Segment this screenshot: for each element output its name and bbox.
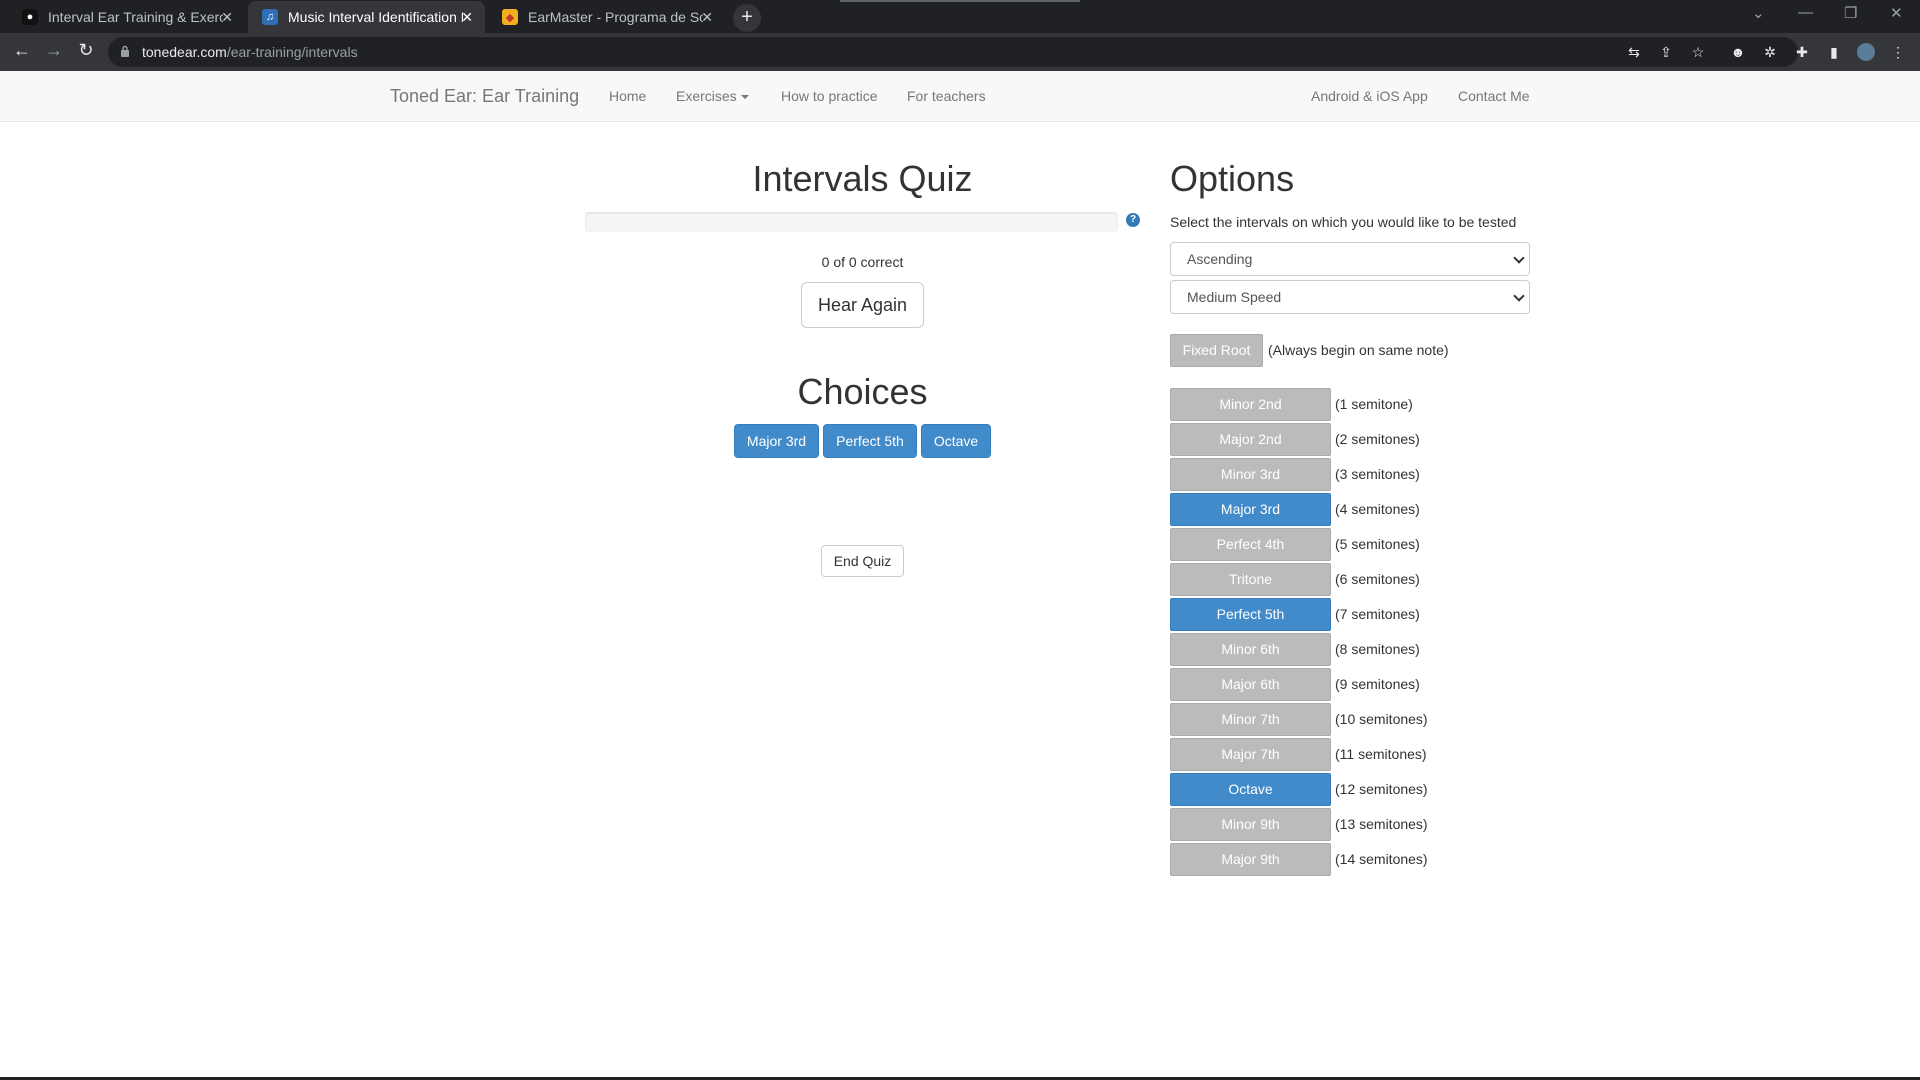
url-host: tonedear.com bbox=[142, 44, 227, 60]
choice-perfect-5th-button[interactable]: Perfect 5th bbox=[823, 424, 917, 458]
nav-how-to-practice[interactable]: How to practice bbox=[781, 88, 877, 104]
new-tab-button[interactable]: + bbox=[733, 4, 761, 32]
speed-select-value: Medium Speed bbox=[1187, 289, 1282, 305]
translate-icon[interactable]: ⇆ bbox=[1625, 43, 1643, 61]
interval-semitone-note: (2 semitones) bbox=[1335, 431, 1420, 447]
browser-toolbar: ← → ↻ tonedear.com/ear-training/interval… bbox=[0, 33, 1920, 71]
nav-for-teachers[interactable]: For teachers bbox=[907, 88, 986, 104]
browser-tab-2[interactable]: ♫ Music Interval Identification Ear T ✕ bbox=[248, 1, 485, 33]
interval-semitone-note: (14 semitones) bbox=[1335, 851, 1428, 867]
tab-strip-indicator bbox=[840, 0, 1080, 2]
score-text: 0 of 0 correct bbox=[821, 254, 904, 270]
interval-toggle-major-6th[interactable]: Major 6th bbox=[1170, 668, 1331, 701]
fixed-root-note: (Always begin on same note) bbox=[1268, 342, 1449, 358]
interval-semitone-note: (7 semitones) bbox=[1335, 606, 1420, 622]
nav-home[interactable]: Home bbox=[609, 88, 646, 104]
hear-again-button[interactable]: Hear Again bbox=[801, 282, 924, 328]
fixed-root-toggle[interactable]: Fixed Root bbox=[1170, 334, 1263, 367]
extension-face-icon[interactable]: ☻ bbox=[1729, 43, 1747, 61]
close-tab-icon[interactable]: ✕ bbox=[461, 9, 473, 26]
close-tab-icon[interactable]: ✕ bbox=[221, 9, 233, 26]
browser-tab-3[interactable]: ◆ EarMaster - Programa de Solfeo ✕ bbox=[488, 1, 725, 33]
tab-search-icon[interactable]: ⌄ bbox=[1752, 4, 1765, 22]
lock-icon bbox=[121, 45, 129, 57]
tab-title: EarMaster - Programa de Solfeo bbox=[528, 9, 703, 25]
address-bar[interactable]: tonedear.com/ear-training/intervals bbox=[108, 37, 1798, 67]
close-window-icon[interactable]: ✕ bbox=[1890, 4, 1903, 22]
tab-title: Music Interval Identification Ear T bbox=[288, 9, 463, 25]
site-brand[interactable]: Toned Ear: Ear Training bbox=[390, 86, 579, 107]
tab-title: Interval Ear Training & Exercises bbox=[48, 9, 223, 25]
interval-toggle-tritone[interactable]: Tritone bbox=[1170, 563, 1331, 596]
speed-select[interactable]: Medium Speed bbox=[1170, 280, 1530, 314]
interval-semitone-note: (11 semitones) bbox=[1335, 746, 1427, 762]
url-path: /ear-training/intervals bbox=[226, 44, 358, 60]
browser-tab-strip: ● Interval Ear Training & Exercises ✕ ♫ … bbox=[0, 0, 1920, 33]
nav-mobile-app[interactable]: Android & iOS App bbox=[1311, 88, 1428, 104]
music-note-favicon-icon: ♫ bbox=[262, 9, 278, 25]
interval-toggle-major-2nd[interactable]: Major 2nd bbox=[1170, 423, 1331, 456]
interval-toggle-major-7th[interactable]: Major 7th bbox=[1170, 738, 1331, 771]
interval-toggle-perfect-5th[interactable]: Perfect 5th bbox=[1170, 598, 1331, 631]
interval-semitone-note: (13 semitones) bbox=[1335, 816, 1428, 832]
nav-contact[interactable]: Contact Me bbox=[1458, 88, 1530, 104]
direction-select-value: Ascending bbox=[1187, 251, 1253, 267]
nav-exercises[interactable]: Exercises bbox=[676, 88, 749, 104]
interval-toggle-major-3rd[interactable]: Major 3rd bbox=[1170, 493, 1331, 526]
forward-icon[interactable]: → bbox=[42, 40, 66, 61]
bookmark-star-icon[interactable]: ☆ bbox=[1689, 43, 1707, 61]
side-panel-icon[interactable]: ▮ bbox=[1825, 43, 1843, 61]
interval-semitone-note: (8 semitones) bbox=[1335, 641, 1420, 657]
quiz-progress-bar bbox=[585, 212, 1118, 232]
interval-semitone-note: (4 semitones) bbox=[1335, 501, 1420, 517]
interval-toggle-perfect-4th[interactable]: Perfect 4th bbox=[1170, 528, 1331, 561]
choice-octave-button[interactable]: Octave bbox=[921, 424, 991, 458]
chevron-down-icon bbox=[1513, 252, 1525, 264]
close-tab-icon[interactable]: ✕ bbox=[701, 9, 713, 26]
quiz-title: Intervals Quiz bbox=[752, 158, 973, 199]
direction-select[interactable]: Ascending bbox=[1170, 242, 1530, 276]
interval-semitone-note: (5 semitones) bbox=[1335, 536, 1420, 552]
options-description: Select the intervals on which you would … bbox=[1170, 214, 1517, 230]
reload-icon[interactable]: ↻ bbox=[74, 40, 98, 61]
minimize-icon[interactable]: — bbox=[1798, 4, 1813, 21]
interval-toggle-minor-3rd[interactable]: Minor 3rd bbox=[1170, 458, 1331, 491]
interval-toggle-minor-2nd[interactable]: Minor 2nd bbox=[1170, 388, 1331, 421]
interval-semitone-note: (1 semitone) bbox=[1335, 396, 1413, 412]
url-text: tonedear.com/ear-training/intervals bbox=[142, 44, 358, 60]
interval-semitone-note: (3 semitones) bbox=[1335, 466, 1420, 482]
interval-toggle-minor-7th[interactable]: Minor 7th bbox=[1170, 703, 1331, 736]
choices-title: Choices bbox=[797, 371, 928, 412]
interval-semitone-note: (6 semitones) bbox=[1335, 571, 1420, 587]
site-navbar: Toned Ear: Ear Training Home Exercises H… bbox=[0, 71, 1920, 122]
extension-gear-icon[interactable]: ✲ bbox=[1761, 43, 1779, 61]
interval-semitone-note: (10 semitones) bbox=[1335, 711, 1428, 727]
help-icon[interactable]: ? bbox=[1126, 213, 1140, 227]
restore-icon[interactable]: ❐ bbox=[1844, 4, 1857, 22]
nav-exercises-label: Exercises bbox=[676, 88, 737, 104]
browser-menu-icon[interactable]: ⋮ bbox=[1889, 43, 1907, 61]
earmaster-favicon-icon: ◆ bbox=[502, 9, 518, 25]
interval-toggle-minor-6th[interactable]: Minor 6th bbox=[1170, 633, 1331, 666]
tonedear-favicon-icon: ● bbox=[22, 9, 38, 25]
end-quiz-button[interactable]: End Quiz bbox=[821, 545, 904, 577]
interval-toggle-major-9th[interactable]: Major 9th bbox=[1170, 843, 1331, 876]
interval-semitone-note: (12 semitones) bbox=[1335, 781, 1428, 797]
browser-tab-1[interactable]: ● Interval Ear Training & Exercises ✕ bbox=[8, 1, 245, 33]
options-title: Options bbox=[1170, 158, 1295, 199]
dropdown-caret-icon bbox=[740, 95, 749, 100]
interval-toggle-octave[interactable]: Octave bbox=[1170, 773, 1331, 806]
chevron-down-icon bbox=[1513, 290, 1525, 302]
interval-semitone-note: (9 semitones) bbox=[1335, 676, 1420, 692]
share-icon[interactable]: ⇪ bbox=[1657, 43, 1675, 61]
back-icon[interactable]: ← bbox=[10, 40, 34, 61]
choice-major-3rd-button[interactable]: Major 3rd bbox=[734, 424, 819, 458]
extensions-puzzle-icon[interactable]: ✚ bbox=[1793, 43, 1811, 61]
interval-toggle-minor-9th[interactable]: Minor 9th bbox=[1170, 808, 1331, 841]
profile-avatar-icon[interactable] bbox=[1857, 43, 1875, 61]
